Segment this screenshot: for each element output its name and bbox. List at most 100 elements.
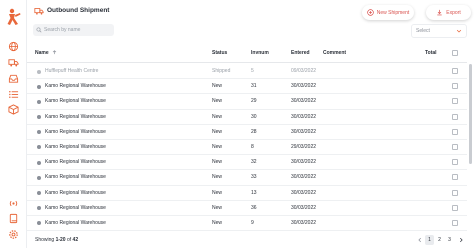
- status-dot: [37, 206, 41, 211]
- table-row[interactable]: Kamo Regional Warehouse New 9 30/03/2022: [27, 216, 467, 232]
- row-checkbox[interactable]: [452, 219, 458, 226]
- next-page-button[interactable]: [456, 235, 465, 245]
- cell-invnum: 30: [251, 113, 257, 120]
- cell-invnum: 9: [251, 219, 254, 226]
- inbox-icon[interactable]: [8, 73, 19, 84]
- row-checkbox[interactable]: [452, 113, 458, 120]
- table-row[interactable]: Hufflepuff Health Centre Shipped 5 09/03/20…: [27, 64, 467, 80]
- scrollbar[interactable]: [468, 64, 473, 232]
- cell-name: Kamo Regional Warehouse: [45, 174, 106, 181]
- page-button-3[interactable]: 3: [445, 235, 454, 245]
- cell-entered: 30/03/2022: [291, 204, 317, 211]
- cell-invnum: 36: [251, 204, 257, 211]
- truck-icon: [34, 8, 44, 15]
- sort-arrow-icon[interactable]: [52, 50, 57, 55]
- scrollbar-thumb[interactable]: [469, 64, 472, 164]
- logo-icon: [7, 8, 21, 25]
- column-header-status[interactable]: Status: [212, 50, 227, 57]
- truck-icon[interactable]: [8, 57, 19, 68]
- row-checkbox[interactable]: [452, 143, 458, 150]
- cell-status: New: [212, 98, 223, 105]
- cell-status: New: [212, 204, 223, 211]
- select-all-checkbox[interactable]: [452, 50, 458, 56]
- table-row[interactable]: Kamo Regional Warehouse New 28 30/03/2022: [27, 125, 467, 140]
- page-button-2[interactable]: 2: [435, 235, 444, 245]
- row-checkbox[interactable]: [452, 189, 458, 196]
- column-header-invnum[interactable]: Invnum: [251, 50, 269, 57]
- cell-name: Hufflepuff Health Centre: [45, 68, 99, 74]
- cell-entered: 30/03/2022: [291, 174, 317, 181]
- cell-status: New: [212, 113, 223, 120]
- previous-page-button[interactable]: [415, 235, 424, 245]
- cell-status: New: [212, 189, 223, 196]
- showing-count: Showing 1-20 of 42: [35, 237, 79, 243]
- search-input[interactable]: [44, 25, 114, 35]
- cell-status: New: [212, 159, 223, 166]
- cell-entered: 09/03/2022: [291, 68, 317, 74]
- filter-select[interactable]: Select: [411, 24, 467, 38]
- plus-circle-icon: [366, 9, 374, 16]
- status-dot: [37, 145, 41, 150]
- search-icon: [36, 27, 42, 33]
- status-dot: [37, 175, 41, 180]
- status-dot: [37, 115, 41, 120]
- table-row[interactable]: Kamo Regional Warehouse New 32 30/03/2022: [27, 155, 467, 171]
- radio-icon[interactable]: [8, 198, 19, 209]
- column-header-entered[interactable]: Entered: [291, 50, 310, 57]
- table-row[interactable]: Kamo Regional Warehouse New 31 30/03/2022: [27, 79, 467, 95]
- cell-name: Kamo Regional Warehouse: [45, 128, 106, 135]
- search-field[interactable]: [33, 24, 114, 36]
- row-checkbox[interactable]: [452, 83, 458, 90]
- table-row[interactable]: Kamo Regional Warehouse New 8 29/03/2022: [27, 140, 467, 156]
- page-title: Outbound Shipment: [47, 7, 110, 14]
- table-row[interactable]: Kamo Regional Warehouse New 13 30/03/2022: [27, 186, 467, 201]
- row-checkbox[interactable]: [452, 174, 458, 181]
- status-dot: [37, 99, 41, 104]
- cell-entered: 30/03/2022: [291, 189, 317, 196]
- cell-entered: 29/03/2022: [291, 143, 317, 150]
- status-dot: [37, 221, 41, 226]
- page-button-1[interactable]: 1: [425, 235, 434, 245]
- cell-invnum: 29: [251, 98, 257, 105]
- row-checkbox[interactable]: [452, 128, 458, 135]
- sidebar: [0, 0, 27, 248]
- row-checkbox[interactable]: [452, 159, 458, 166]
- status-dot: [37, 191, 41, 195]
- table-header: Name Status Invnum Entered Comment Total: [27, 44, 467, 63]
- new-shipment-button[interactable]: New Shipment: [362, 5, 414, 20]
- cell-entered: 30/03/2022: [291, 98, 317, 105]
- row-checkbox[interactable]: [452, 68, 458, 74]
- cell-status: New: [212, 174, 223, 181]
- book-icon[interactable]: [8, 213, 19, 224]
- list-icon[interactable]: [8, 89, 19, 100]
- column-header-name[interactable]: Name: [35, 50, 57, 57]
- filter-select-value: Select: [416, 28, 430, 34]
- cell-name: Kamo Regional Warehouse: [45, 219, 106, 226]
- cell-status: New: [212, 143, 223, 150]
- cell-name: Kamo Regional Warehouse: [45, 189, 106, 196]
- box-icon[interactable]: [8, 104, 19, 115]
- table-row[interactable]: Kamo Regional Warehouse New 30 30/03/2022: [27, 110, 467, 125]
- row-checkbox[interactable]: [452, 204, 458, 211]
- download-icon: [437, 9, 442, 16]
- cell-invnum: 28: [251, 128, 257, 135]
- cell-invnum: 32: [251, 159, 257, 166]
- cell-name: Kamo Regional Warehouse: [45, 113, 106, 120]
- pagination-bar: Showing 1-20 of 42 1 2 3: [27, 233, 474, 248]
- table-row[interactable]: Kamo Regional Warehouse New 33 30/03/2022: [27, 170, 467, 186]
- row-checkbox[interactable]: [452, 98, 458, 105]
- globe-icon[interactable]: [8, 41, 19, 52]
- table-row[interactable]: Kamo Regional Warehouse New 29 30/03/2022: [27, 94, 467, 110]
- column-header-comment[interactable]: Comment: [323, 50, 346, 57]
- cell-entered: 30/03/2022: [291, 83, 317, 90]
- chevron-right-icon: [459, 237, 463, 243]
- column-header-total[interactable]: Total: [425, 50, 437, 57]
- export-button[interactable]: Export: [426, 5, 471, 20]
- new-shipment-label: New Shipment: [376, 9, 410, 16]
- cell-name: Kamo Regional Warehouse: [45, 143, 106, 150]
- cell-name: Kamo Regional Warehouse: [45, 98, 106, 105]
- cell-entered: 30/03/2022: [291, 113, 317, 120]
- status-dot: [37, 130, 41, 135]
- settings-icon[interactable]: [8, 229, 19, 240]
- table-row[interactable]: Kamo Regional Warehouse New 36 30/03/2022: [27, 201, 467, 216]
